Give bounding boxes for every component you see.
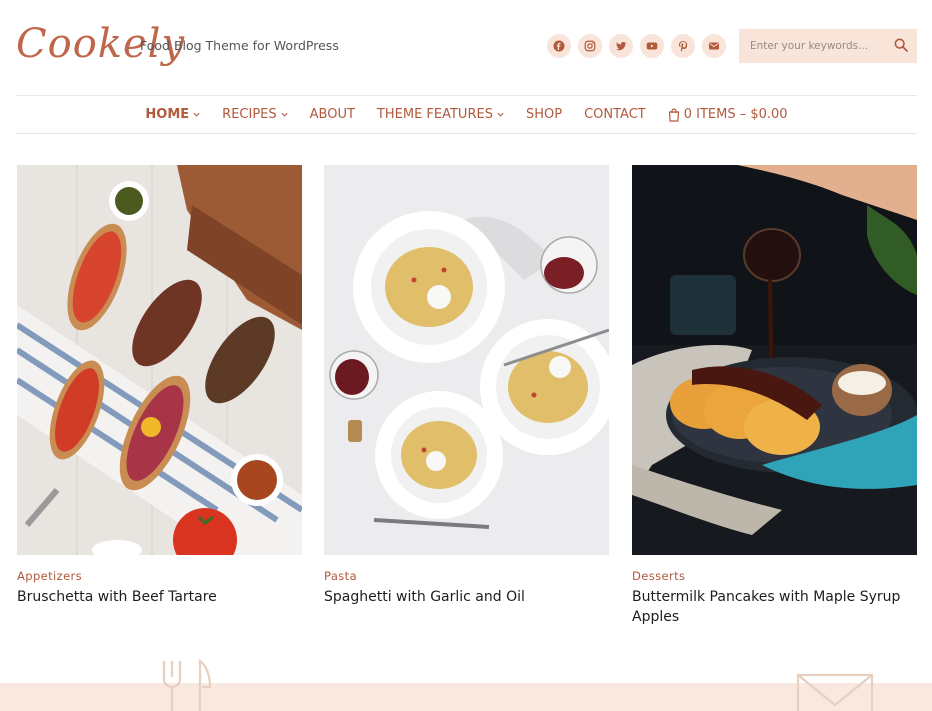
post-category[interactable]: Desserts (632, 569, 917, 583)
pinterest-icon (679, 41, 688, 52)
envelope-icon (796, 673, 874, 711)
nav-item-contact[interactable]: CONTACT (584, 107, 646, 122)
social-links (547, 34, 726, 58)
bruschetta-photo (17, 165, 302, 555)
post-title[interactable]: Buttermilk Pancakes with Maple Syrup App… (632, 587, 917, 627)
twitter-link[interactable] (609, 34, 633, 58)
nav-item-label: RECIPES (222, 107, 277, 122)
search-box (739, 29, 917, 63)
post-thumbnail[interactable] (324, 165, 609, 555)
site-tagline: Food Blog Theme for WordPress (140, 38, 339, 53)
chevron-down-icon (497, 112, 504, 117)
post-title[interactable]: Bruschetta with Beef Tartare (17, 587, 302, 607)
youtube-link[interactable] (640, 34, 664, 58)
chevron-down-icon (280, 112, 288, 117)
fork-knife-icon (162, 658, 212, 711)
nav-item-home[interactable]: HOME (145, 107, 200, 122)
post-title[interactable]: Spaghetti with Garlic and Oil (324, 587, 609, 607)
spaghetti-photo (324, 165, 609, 555)
email-link[interactable] (702, 34, 726, 58)
newsletter-band (0, 683, 932, 711)
instagram-link[interactable] (578, 34, 602, 58)
twitter-icon (616, 41, 627, 51)
post-thumbnail[interactable] (17, 165, 302, 555)
site-logo[interactable]: Cookely (16, 14, 184, 76)
post-thumbnail[interactable] (632, 165, 917, 555)
nav-item-recipes[interactable]: RECIPES (222, 107, 288, 122)
cart-link[interactable]: 0 ITEMS – $0.00 (668, 107, 788, 122)
email-icon (709, 42, 719, 50)
nav-item-label: SHOP (525, 107, 563, 122)
nav-item-about[interactable]: ABOUT (310, 107, 355, 122)
facebook-link[interactable] (547, 34, 571, 58)
post-card: Appetizers Bruschetta with Beef Tartare (17, 165, 302, 607)
nav-item-theme-features[interactable]: THEME FEATURES (377, 107, 504, 122)
main-nav: HOME RECIPES ABOUT THEME FEATURES SHOP C… (16, 95, 917, 134)
cart-summary: 0 ITEMS – $0.00 (683, 107, 788, 122)
nav-item-label: CONTACT (584, 107, 646, 122)
post-category[interactable]: Pasta (324, 569, 609, 583)
pancakes-photo (632, 165, 917, 555)
search-icon[interactable] (893, 37, 909, 53)
nav-item-label: THEME FEATURES (376, 107, 493, 122)
post-card: Desserts Buttermilk Pancakes with Maple … (632, 165, 917, 627)
youtube-icon (646, 42, 658, 50)
post-card: Pasta Spaghetti with Garlic and Oil (324, 165, 609, 607)
instagram-icon (584, 40, 596, 52)
post-category[interactable]: Appetizers (17, 569, 302, 583)
pinterest-link[interactable] (671, 34, 695, 58)
nav-item-shop[interactable]: SHOP (526, 107, 562, 122)
chevron-down-icon (193, 112, 200, 117)
nav-item-label: ABOUT (309, 107, 355, 122)
search-input[interactable] (748, 39, 890, 53)
nav-item-label: HOME (145, 107, 190, 122)
shopping-bag-icon (668, 107, 679, 122)
facebook-icon (553, 40, 565, 52)
